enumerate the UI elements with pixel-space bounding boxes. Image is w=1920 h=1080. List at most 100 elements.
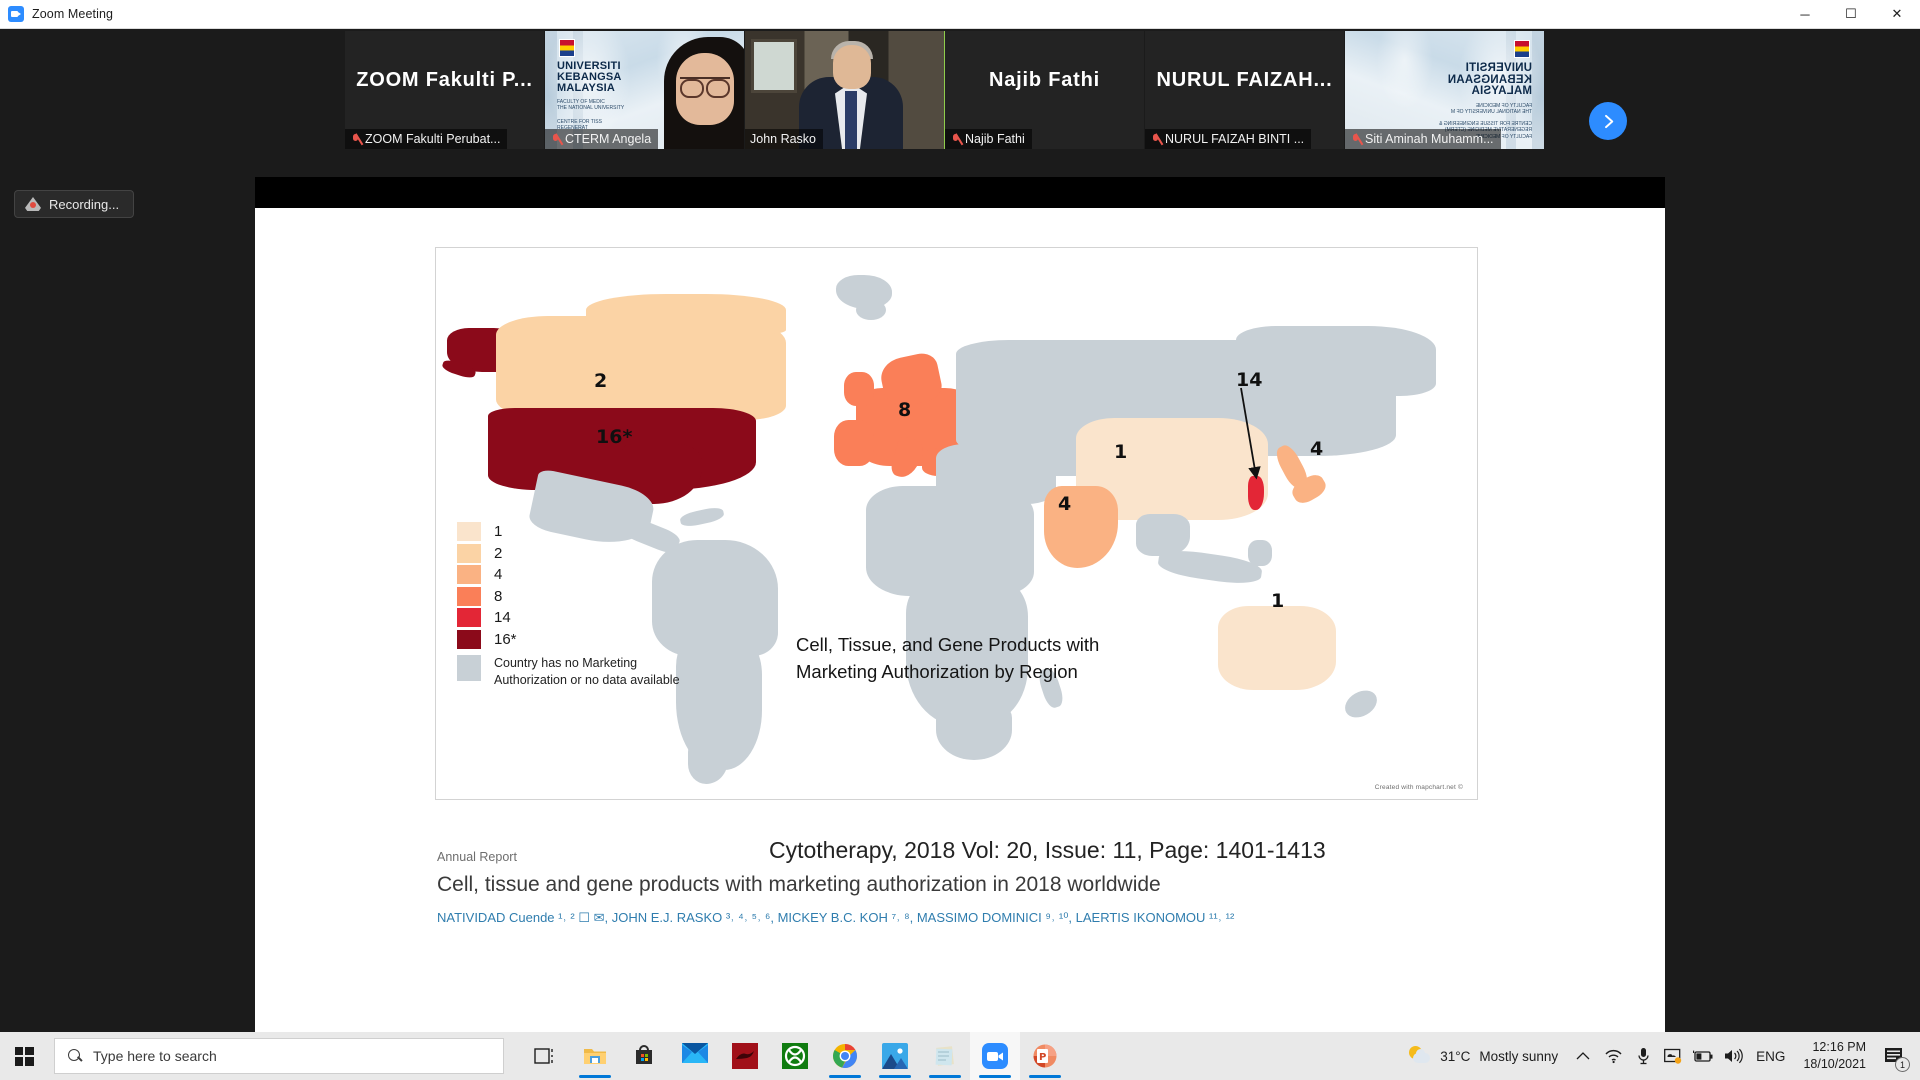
legend-label: 2 [494,545,502,562]
legend-no-data-line2: Authorization or no data available [494,673,680,687]
world-choropleth-map: 2 16* 8 4 1 14 4 1 [435,247,1478,800]
taskbar-app-mail[interactable] [670,1032,720,1080]
chevron-right-icon [1601,114,1616,129]
legend-item: 14 [457,607,680,629]
citation-title: Cell, tissue and gene products with mark… [437,873,1161,897]
legend-no-data-line1: Country has no Marketing [494,656,637,670]
search-placeholder: Type here to search [93,1048,217,1064]
volume-button[interactable] [1718,1032,1748,1080]
language-indicator[interactable]: ENG [1748,1032,1793,1080]
windows-logo-icon [15,1047,34,1066]
start-button[interactable] [0,1032,48,1080]
participant-name-text: ZOOM Fakulti Perubat... [365,132,500,146]
legend-label: 1 [494,523,502,540]
mail-icon [682,1043,708,1069]
participant-name-badge: Najib Fathi [945,129,1032,149]
participant-name-text: NURUL FAIZAH BINTI ... [1165,132,1304,146]
participant-display-name: Najib Fathi [945,31,1144,129]
microsoft-store-icon [632,1043,658,1069]
map-title: Cell, Tissue, and Gene Products with Mar… [796,632,1099,686]
participant-tile[interactable]: UNIVERSITIKEBANGSAMALAYSIA FACULTY OF ME… [545,31,745,149]
ukm-backdrop-text: UNIVERSITIKEBANGSAANMALAYSIA [1448,63,1532,98]
room-window [751,39,797,93]
taskbar-app-microsoft-store[interactable] [620,1032,670,1080]
taskbar-clock[interactable]: 12:16 PM 18/10/2021 [1793,1032,1876,1080]
taskbar-app-photos[interactable] [870,1032,920,1080]
taskbar-search-box[interactable]: Type here to search [54,1038,504,1074]
taskbar-app-sticky-notes[interactable] [920,1032,970,1080]
mic-muted-icon [950,133,961,146]
window-title: Zoom Meeting [32,7,113,21]
participant-tile[interactable]: NURUL FAIZAH... NURUL FAIZAH BINTI ... [1145,31,1345,149]
network-button[interactable] [1598,1032,1628,1080]
zoom-app-icon [982,1043,1008,1069]
legend-item: 8 [457,586,680,608]
participant-tile[interactable]: Najib Fathi Najib Fathi [945,31,1145,149]
google-chrome-icon [832,1043,858,1069]
taskbar-app-powerpoint[interactable]: P [1020,1032,1070,1080]
task-view-icon [534,1046,556,1066]
screen: Zoom Meeting ─ ☐ ✕ ZOOM Fakulti P... ZOO… [0,0,1920,1080]
participant-tile[interactable]: ZOOM Fakulti P... ZOOM Fakulti Perubat..… [345,31,545,149]
participant-name-badge: NURUL FAIZAH BINTI ... [1145,129,1311,149]
taskbar-app-red-dragon[interactable] [720,1032,770,1080]
map-title-line1: Cell, Tissue, and Gene Products with [796,634,1099,655]
legend-item: 4 [457,564,680,586]
participant-tile[interactable]: UNIVERSITIKEBANGSAANMALAYSIA FACULTY OF … [1345,31,1545,149]
file-explorer-icon [582,1043,608,1069]
microphone-button[interactable] [1628,1032,1658,1080]
window-controls: ─ ☐ ✕ [1782,0,1920,29]
map-title-line2: Marketing Authorization by Region [796,661,1078,682]
action-center-button[interactable]: 1 [1876,1032,1912,1080]
svg-text:P: P [1039,1052,1046,1063]
minimize-button[interactable]: ─ [1782,0,1828,29]
participant-name-text: Najib Fathi [965,132,1025,146]
onedrive-icon [1664,1048,1682,1064]
maximize-button[interactable]: ☐ [1828,0,1874,29]
legend-label: 8 [494,588,502,605]
notification-count-badge: 1 [1895,1057,1910,1072]
chevron-up-icon [1576,1051,1590,1061]
photos-icon [882,1043,908,1069]
legend-no-data-text: Country has no Marketing Authorization o… [494,655,680,689]
shared-screen-area[interactable]: 2 16* 8 4 1 14 4 1 [255,177,1665,1019]
onedrive-button[interactable] [1658,1032,1688,1080]
participant-name-badge: Siti Aminah Muhamm... [1345,129,1501,149]
task-view-button[interactable] [520,1032,570,1080]
mic-muted-icon [1350,133,1361,146]
close-button[interactable]: ✕ [1874,0,1920,29]
recording-indicator[interactable]: Recording... [14,190,134,218]
presentation-slide: 2 16* 8 4 1 14 4 1 [255,208,1665,1048]
weather-temperature: 31°C [1440,1049,1470,1064]
legend-swatch [457,655,481,681]
taskbar-app-google-chrome[interactable] [820,1032,870,1080]
sticky-notes-icon [932,1043,958,1069]
search-icon [68,1049,83,1064]
mic-muted-icon [1150,133,1161,146]
weather-mostly-sunny-icon [1409,1045,1431,1067]
taskbar-app-file-explorer[interactable] [570,1032,620,1080]
zoom-icon [8,6,24,22]
legend-swatch [457,587,481,606]
legend-swatch [457,565,481,584]
taskbar-app-xbox[interactable] [770,1032,820,1080]
taskbar-app-zoom[interactable] [970,1032,1020,1080]
battery-button[interactable] [1688,1032,1718,1080]
wifi-icon [1604,1048,1623,1064]
show-hidden-icons-button[interactable] [1568,1032,1598,1080]
legend-label: 16* [494,631,517,648]
filmstrip-next-button[interactable] [1589,102,1627,140]
xbox-icon [782,1043,808,1069]
battery-icon [1693,1050,1714,1063]
recording-icon [25,197,41,211]
citation-journal: Cytotherapy, 2018 Vol: 20, Issue: 11, Pa… [769,837,1326,864]
participant-name-text: John Rasko [750,132,816,146]
participant-filmstrip: ZOOM Fakulti P... ZOOM Fakulti Perubat..… [345,31,1545,149]
windows-taskbar: Type here to search [0,1032,1920,1080]
participant-tile-active-speaker[interactable]: John Rasko [745,31,945,149]
legend-item: 2 [457,543,680,565]
participant-name-text: Siti Aminah Muhamm... [1365,132,1494,146]
citation-authors[interactable]: NATIVIDAD Cuende ¹˒ ² ☐ ✉, JOHN E.J. RAS… [437,910,1234,926]
participant-name-badge: ZOOM Fakulti Perubat... [345,129,507,149]
taskbar-weather-widget[interactable]: 31°C Mostly sunny [1399,1045,1568,1067]
